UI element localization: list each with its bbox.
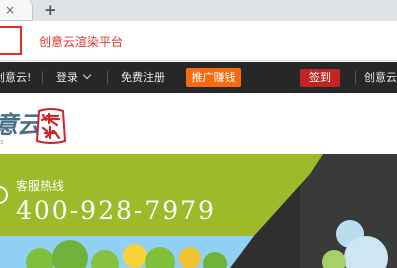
nav-right-link[interactable]: 创意云首 [364,62,397,93]
hero-banner: 客服热线 400-928-7979 [0,154,397,268]
browser-tab[interactable]: × [0,0,33,21]
checkin-button[interactable]: 签到 [300,69,340,87]
nav-login-label: 登录 [56,71,78,84]
annotation-caption: 创意云渲染平台 [39,35,124,49]
address-annotation-row: 创意云渲染平台 [0,21,397,61]
nav-login-dropdown[interactable]: 登录 [56,62,92,93]
nav-site-name[interactable]: 创意云! [0,62,31,93]
nav-register-link[interactable]: 免费注册 [121,62,165,93]
seal-logo-icon [35,108,67,144]
browser-tab-strip: × + [0,0,397,21]
nav-divider [355,71,356,84]
top-navigation-bar: 创意云! 登录 免费注册 推广赚钱 签到 创意云首 [0,62,397,93]
page-root: × + 创意云渲染平台 创意云! 登录 免费注册 推广赚钱 签到 创意云首 意云… [0,0,397,268]
nav-divider [42,71,43,84]
chevron-down-icon [82,70,92,80]
close-icon[interactable]: × [5,2,15,18]
logo-subtext-mark: 3 [0,140,4,146]
service-hotline-label: 客服热线 [16,179,65,193]
promo-earn-button[interactable]: 推广赚钱 [186,68,241,87]
logo-band: 意云 3 [0,93,397,154]
new-tab-plus-icon[interactable]: + [44,0,57,20]
nav-divider [107,71,108,84]
highlighted-address-box[interactable] [0,26,22,55]
service-hotline-number[interactable]: 400-928-7979 [16,196,216,225]
